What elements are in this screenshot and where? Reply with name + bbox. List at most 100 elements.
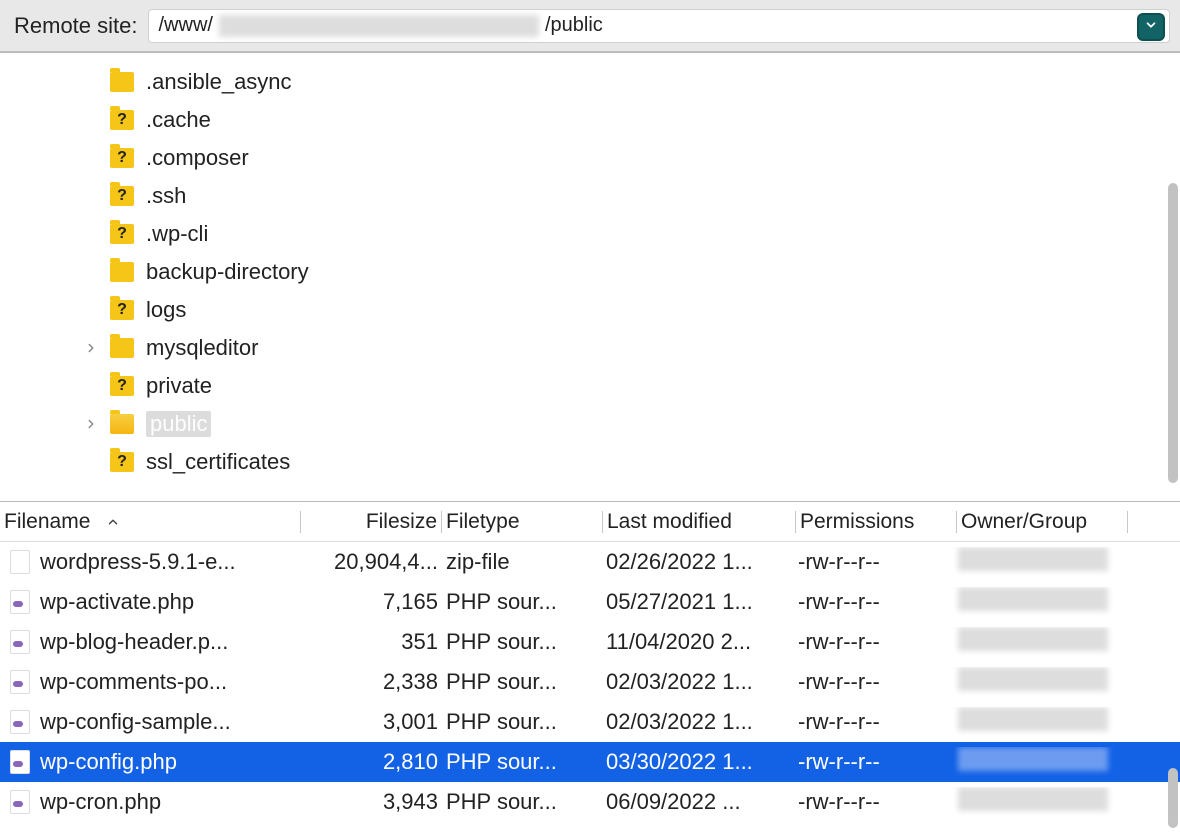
expand-spacer xyxy=(82,453,100,471)
header-filename-label: Filename xyxy=(4,510,90,534)
expand-icon[interactable] xyxy=(82,415,100,433)
file-row[interactable]: wp-config-sample... 3,001 PHP sour... 02… xyxy=(0,702,1180,742)
tree-item-label: ssl_certificates xyxy=(146,449,290,475)
sort-ascending-icon xyxy=(106,515,120,529)
file-icon xyxy=(10,710,30,734)
file-type: PHP sour... xyxy=(442,749,602,775)
folder-icon xyxy=(110,224,134,244)
tree-item[interactable]: ssl_certificates xyxy=(0,443,1180,481)
file-owner xyxy=(954,547,1124,577)
file-modified: 11/04/2020 2... xyxy=(602,629,794,655)
tree-item[interactable]: .cache xyxy=(0,101,1180,139)
file-row[interactable]: wp-config.php 2,810 PHP sour... 03/30/20… xyxy=(0,742,1180,782)
file-name: wp-cron.php xyxy=(40,789,161,815)
remote-path-dropdown-button[interactable] xyxy=(1137,13,1165,41)
file-owner xyxy=(954,787,1124,817)
files-scrollbar[interactable] xyxy=(1162,542,1180,834)
file-size: 2,810 xyxy=(302,749,442,775)
expand-spacer xyxy=(82,301,100,319)
file-row[interactable]: wordpress-5.9.1-e... 20,904,4... zip-fil… xyxy=(0,542,1180,582)
file-list-pane: Filename Filesize Filetype Last modified… xyxy=(0,502,1180,834)
folder-icon xyxy=(110,72,134,92)
tree-item-label: mysqleditor xyxy=(146,335,258,361)
file-modified: 02/03/2022 1... xyxy=(602,709,794,735)
remote-path-suffix: /public xyxy=(545,14,603,37)
file-permissions: -rw-r--r-- xyxy=(794,749,954,775)
file-size: 20,904,4... xyxy=(302,549,442,575)
file-icon xyxy=(10,750,30,774)
tree-item[interactable]: .ssh xyxy=(0,177,1180,215)
tree-item[interactable]: public xyxy=(0,405,1180,443)
file-type: PHP sour... xyxy=(442,589,602,615)
file-icon xyxy=(10,670,30,694)
file-name: wp-config-sample... xyxy=(40,709,231,735)
header-permissions-label: Permissions xyxy=(800,510,914,534)
file-modified: 03/30/2022 1... xyxy=(602,749,794,775)
header-filetype-label: Filetype xyxy=(446,510,520,534)
expand-icon[interactable] xyxy=(82,339,100,357)
file-modified: 05/27/2021 1... xyxy=(602,589,794,615)
header-filesize[interactable]: Filesize xyxy=(301,510,441,534)
tree-item[interactable]: private xyxy=(0,367,1180,405)
remote-path-prefix: /www/ xyxy=(159,14,213,37)
tree-item-label: logs xyxy=(146,297,186,323)
expand-spacer xyxy=(82,187,100,205)
tree-item-label: private xyxy=(146,373,212,399)
file-type: PHP sour... xyxy=(442,789,602,815)
tree-item-label: .cache xyxy=(146,107,211,133)
file-size: 351 xyxy=(302,629,442,655)
file-name: wp-blog-header.p... xyxy=(40,629,228,655)
file-modified: 02/03/2022 1... xyxy=(602,669,794,695)
tree-item[interactable]: backup-directory xyxy=(0,253,1180,291)
file-type: zip-file xyxy=(442,549,602,575)
header-sep xyxy=(1127,511,1128,533)
header-permissions[interactable]: Permissions xyxy=(796,510,956,534)
file-owner xyxy=(954,747,1124,777)
tree-item-label: backup-directory xyxy=(146,259,309,285)
tree-item[interactable]: mysqleditor xyxy=(0,329,1180,367)
file-name: wordpress-5.9.1-e... xyxy=(40,549,236,575)
tree-item[interactable]: .composer xyxy=(0,139,1180,177)
tree-item-label: .ansible_async xyxy=(146,69,292,95)
folder-icon xyxy=(110,300,134,320)
file-owner xyxy=(954,707,1124,737)
remote-site-label: Remote site: xyxy=(14,13,138,39)
file-permissions: -rw-r--r-- xyxy=(794,589,954,615)
folder-icon xyxy=(110,148,134,168)
file-type: PHP sour... xyxy=(442,709,602,735)
file-name: wp-activate.php xyxy=(40,589,194,615)
remote-path-field-wrap[interactable]: /www/ /public xyxy=(148,9,1171,43)
file-row[interactable]: wp-comments-po... 2,338 PHP sour... 02/0… xyxy=(0,662,1180,702)
expand-spacer xyxy=(82,149,100,167)
files-scrollbar-thumb[interactable] xyxy=(1168,768,1178,828)
file-row[interactable]: wp-cron.php 3,943 PHP sour... 06/09/2022… xyxy=(0,782,1180,822)
header-owner[interactable]: Owner/Group xyxy=(957,510,1127,534)
header-filetype[interactable]: Filetype xyxy=(442,510,602,534)
header-filename[interactable]: Filename xyxy=(0,510,300,534)
expand-spacer xyxy=(82,377,100,395)
file-permissions: -rw-r--r-- xyxy=(794,669,954,695)
folder-icon xyxy=(110,376,134,396)
file-owner xyxy=(954,667,1124,697)
file-size: 2,338 xyxy=(302,669,442,695)
file-modified: 06/09/2022 ... xyxy=(602,789,794,815)
file-list-header: Filename Filesize Filetype Last modified… xyxy=(0,502,1180,542)
file-owner xyxy=(954,587,1124,617)
header-modified[interactable]: Last modified xyxy=(603,510,795,534)
tree-scrollbar-thumb[interactable] xyxy=(1168,183,1178,483)
file-permissions: -rw-r--r-- xyxy=(794,709,954,735)
file-icon xyxy=(10,550,30,574)
file-row[interactable]: wp-activate.php 7,165 PHP sour... 05/27/… xyxy=(0,582,1180,622)
tree-scrollbar[interactable] xyxy=(1162,53,1180,501)
file-row[interactable]: wp-blog-header.p... 351 PHP sour... 11/0… xyxy=(0,622,1180,662)
tree-item[interactable]: .wp-cli xyxy=(0,215,1180,253)
expand-spacer xyxy=(82,225,100,243)
folder-icon xyxy=(110,452,134,472)
file-icon xyxy=(10,790,30,814)
header-owner-label: Owner/Group xyxy=(961,510,1087,534)
folder-icon xyxy=(110,262,134,282)
file-icon xyxy=(10,630,30,654)
tree-item[interactable]: logs xyxy=(0,291,1180,329)
tree-item[interactable]: .ansible_async xyxy=(0,63,1180,101)
file-permissions: -rw-r--r-- xyxy=(794,789,954,815)
